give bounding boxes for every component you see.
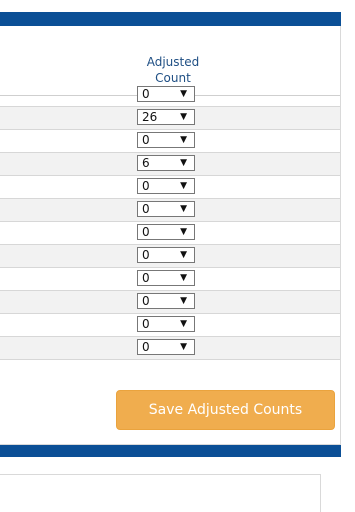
adjusted-count-select[interactable]: 6 ▼ xyxy=(137,155,195,171)
selected-value: 0 xyxy=(142,87,150,101)
top-section-bar xyxy=(0,12,341,26)
dropdown-arrow-icon: ▼ xyxy=(180,227,187,237)
selected-value: 0 xyxy=(142,179,150,193)
table-row: 0 ▼ xyxy=(0,268,340,291)
dropdown-arrow-icon: ▼ xyxy=(180,250,187,260)
adjusted-count-select[interactable]: 0 ▼ xyxy=(137,132,195,148)
adjusted-count-select[interactable]: 26 ▼ xyxy=(137,109,195,125)
selected-value: 0 xyxy=(142,133,150,147)
page-root: Adjusted Count 0 ▼ 26 ▼ 0 ▼ 6 ▼ 0 ▼ 0 ▼ … xyxy=(0,0,355,512)
adjusted-count-select[interactable]: 0 ▼ xyxy=(137,178,195,194)
adjusted-count-select[interactable]: 0 ▼ xyxy=(137,270,195,286)
lower-panel xyxy=(0,474,321,512)
dropdown-arrow-icon: ▼ xyxy=(180,273,187,283)
dropdown-arrow-icon: ▼ xyxy=(180,89,187,99)
adjusted-count-select[interactable]: 0 ▼ xyxy=(137,293,195,309)
dropdown-arrow-icon: ▼ xyxy=(180,181,187,191)
bottom-section-bar xyxy=(0,445,341,457)
adjusted-count-select[interactable]: 0 ▼ xyxy=(137,316,195,332)
dropdown-arrow-icon: ▼ xyxy=(180,204,187,214)
selected-value: 0 xyxy=(142,317,150,331)
table-row: 0 ▼ xyxy=(0,314,340,337)
adjusted-count-panel: Adjusted Count 0 ▼ 26 ▼ 0 ▼ 6 ▼ 0 ▼ 0 ▼ … xyxy=(0,26,341,445)
selected-value: 0 xyxy=(142,271,150,285)
adjusted-count-header: Adjusted Count xyxy=(146,55,200,85)
table-row: 26 ▼ xyxy=(0,107,340,130)
dropdown-arrow-icon: ▼ xyxy=(180,319,187,329)
adjusted-count-select[interactable]: 0 ▼ xyxy=(137,86,195,102)
selected-value: 0 xyxy=(142,202,150,216)
selected-value: 0 xyxy=(142,248,150,262)
table-row: 6 ▼ xyxy=(0,153,340,176)
selected-value: 6 xyxy=(142,156,150,170)
adjusted-count-rows: 0 ▼ 26 ▼ 0 ▼ 6 ▼ 0 ▼ 0 ▼ 0 ▼ 0 ▼ 0 ▼ 0 ▼… xyxy=(0,84,340,360)
selected-value: 0 xyxy=(142,225,150,239)
selected-value: 0 xyxy=(142,294,150,308)
table-row: 0 ▼ xyxy=(0,176,340,199)
table-row: 0 ▼ xyxy=(0,291,340,314)
dropdown-arrow-icon: ▼ xyxy=(180,135,187,145)
dropdown-arrow-icon: ▼ xyxy=(180,342,187,352)
save-adjusted-counts-button[interactable]: Save Adjusted Counts xyxy=(116,390,335,430)
table-row: 0 ▼ xyxy=(0,84,340,107)
table-row: 0 ▼ xyxy=(0,245,340,268)
adjusted-count-select[interactable]: 0 ▼ xyxy=(137,339,195,355)
table-row: 0 ▼ xyxy=(0,222,340,245)
dropdown-arrow-icon: ▼ xyxy=(180,112,187,122)
adjusted-count-select[interactable]: 0 ▼ xyxy=(137,201,195,217)
table-row: 0 ▼ xyxy=(0,130,340,153)
dropdown-arrow-icon: ▼ xyxy=(180,296,187,306)
adjusted-count-select[interactable]: 0 ▼ xyxy=(137,247,195,263)
selected-value: 26 xyxy=(142,110,158,124)
selected-value: 0 xyxy=(142,340,150,354)
table-row: 0 ▼ xyxy=(0,337,340,360)
adjusted-count-select[interactable]: 0 ▼ xyxy=(137,224,195,240)
dropdown-arrow-icon: ▼ xyxy=(180,158,187,168)
table-row: 0 ▼ xyxy=(0,199,340,222)
